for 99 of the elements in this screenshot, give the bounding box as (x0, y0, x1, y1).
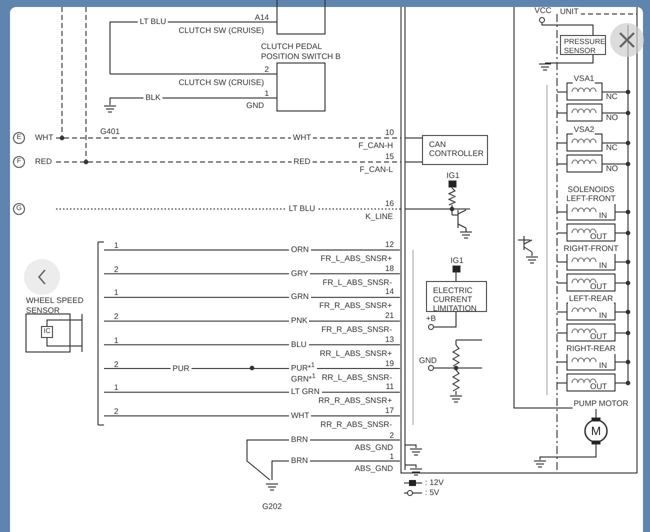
wire-color-label: RED (292, 157, 312, 167)
pin-number: 19 (385, 358, 394, 368)
port-label: NO (606, 113, 618, 123)
legend-label: : 12V (425, 478, 444, 488)
pin-number: 1 (114, 336, 118, 346)
pin-number: 1 (114, 288, 118, 298)
pin-number: 15 (385, 152, 394, 162)
signal-label: FR_L_ABS_SNSR- (322, 278, 392, 288)
signal-label: FR_R_ABS_SNSR- (321, 325, 392, 336)
valve-label: VSA2 (572, 125, 596, 135)
port-label: OUT (590, 282, 607, 292)
signal-label: FR_R_ABS_SNSR+ (319, 301, 392, 312)
wire-color-label: LT BLU (286, 204, 318, 214)
section-label: SOLENOIDS (568, 185, 614, 195)
port-label: IN (599, 261, 607, 271)
wire-color-label: BLU (289, 340, 309, 350)
motor-label: PUMP MOTOR (572, 399, 630, 409)
power-label: IG1 (450, 256, 464, 266)
open-terminal-icon (407, 490, 413, 496)
wire-color-label: WHT (289, 410, 312, 421)
port-label: NC (606, 143, 618, 153)
ground-label: GND (419, 356, 437, 366)
pin-number: 2 (390, 431, 394, 441)
signal-label: RR_L_ABS_SNSR+ (320, 348, 392, 359)
motor-symbol: M (590, 425, 602, 437)
wire-color-label: WHT (290, 133, 314, 143)
wire-color-label: GRN (289, 292, 311, 302)
signal-label: RR_R_ABS_SNSR- (320, 420, 392, 430)
port-label: OUT (590, 232, 607, 242)
close-icon (618, 31, 636, 49)
power-label: VCC (534, 6, 552, 16)
pin-number: 1 (390, 452, 394, 462)
pin-number: A14 (254, 13, 269, 23)
pin-number: 10 (385, 128, 394, 138)
pin-number: 1 (264, 89, 269, 99)
solenoid-label: RIGHT-FRONT (562, 244, 620, 254)
signal-label: GND (246, 101, 264, 111)
pin-number: 2 (114, 312, 118, 322)
pin-number: 21 (385, 311, 394, 322)
wire-color-label: LT BLU (138, 17, 168, 27)
pin-number: 2 (114, 406, 118, 417)
pin-number: 14 (385, 287, 394, 298)
chevron-left-icon (37, 269, 47, 285)
component-label: WHEEL SPEED SENSOR (26, 296, 84, 316)
wire-color-label: ORN (289, 245, 311, 255)
pin-number: 1 (114, 383, 118, 394)
signal-label: RR_R_ABS_SNSR+ (318, 396, 392, 406)
wire-color-label: GRN*$^{1}$ (289, 372, 318, 384)
signal-label: F_CAN-H (358, 141, 393, 151)
current-limitation-box: ELECTRIC CURRENT LIMITATION (426, 281, 487, 312)
ground-label: G401 (100, 127, 120, 137)
wire-color-label: WHT (33, 133, 56, 143)
wire-color-label: PUR*$^{1}$ (289, 360, 317, 374)
signal-label: ABS_GND (354, 464, 393, 474)
previous-button[interactable] (24, 259, 60, 295)
pin-number: 12 (385, 240, 394, 250)
can-controller-box: CAN CONTROLLER (422, 135, 488, 165)
unit-label: UNIT (558, 7, 581, 17)
signal-label: K_LINE (365, 212, 393, 222)
signal-label: F_CAN-L (360, 165, 393, 175)
signal-label: ABS_GND (354, 443, 393, 453)
signal-label: RR_L_ABS_SNSR- (322, 372, 392, 382)
port-label: IN (599, 361, 607, 371)
pin-number: 16 (385, 199, 394, 209)
pin-number: 2 (114, 360, 118, 370)
port-label: NO (606, 164, 618, 174)
wire-color-label: PUR (170, 364, 192, 374)
pin-number: 2 (114, 264, 118, 275)
ground-label: G202 (262, 502, 282, 512)
wire-color-label: BLK (143, 93, 163, 103)
filled-terminal-icon (409, 480, 416, 486)
signal-label: CLUTCH SW (CRUISE) (178, 78, 264, 88)
solenoid-label: RIGHT-REAR (565, 344, 617, 354)
solenoid-label: LEFT-FRONT (565, 194, 617, 204)
power-label: +B (426, 314, 436, 324)
solenoid-label: LEFT-REAR (568, 294, 614, 304)
component-label: CLUTCH PEDAL POSITION SWITCH B (261, 42, 341, 62)
wire-color-label: BRN (289, 435, 310, 445)
wire-color-label: RED (33, 157, 54, 167)
port-label: OUT (590, 332, 607, 342)
port-label: NC (606, 92, 618, 102)
pin-number: 18 (385, 264, 394, 274)
port-label: IN (599, 311, 607, 321)
pin-number: 1 (114, 241, 118, 251)
wire-color-label: LT GRN (289, 387, 322, 398)
valve-label: VSA1 (572, 74, 596, 84)
power-label: IG1 (446, 171, 460, 181)
pin-number: 11 (386, 382, 394, 392)
port-label: IN (599, 211, 607, 221)
signal-label: CLUTCH SW (CRUISE) (178, 26, 264, 36)
wire-color-label: BRN (289, 456, 310, 466)
pin-number: 13 (385, 334, 394, 345)
pin-number: 17 (385, 406, 394, 416)
wire-color-label: GRY (289, 268, 310, 279)
pin-number: 2 (264, 65, 269, 75)
close-button[interactable] (610, 23, 644, 57)
legend-label: : 5V (425, 488, 440, 498)
signal-label: FR_L_ABS_SNSR+ (320, 254, 392, 264)
port-label: OUT (590, 382, 607, 392)
